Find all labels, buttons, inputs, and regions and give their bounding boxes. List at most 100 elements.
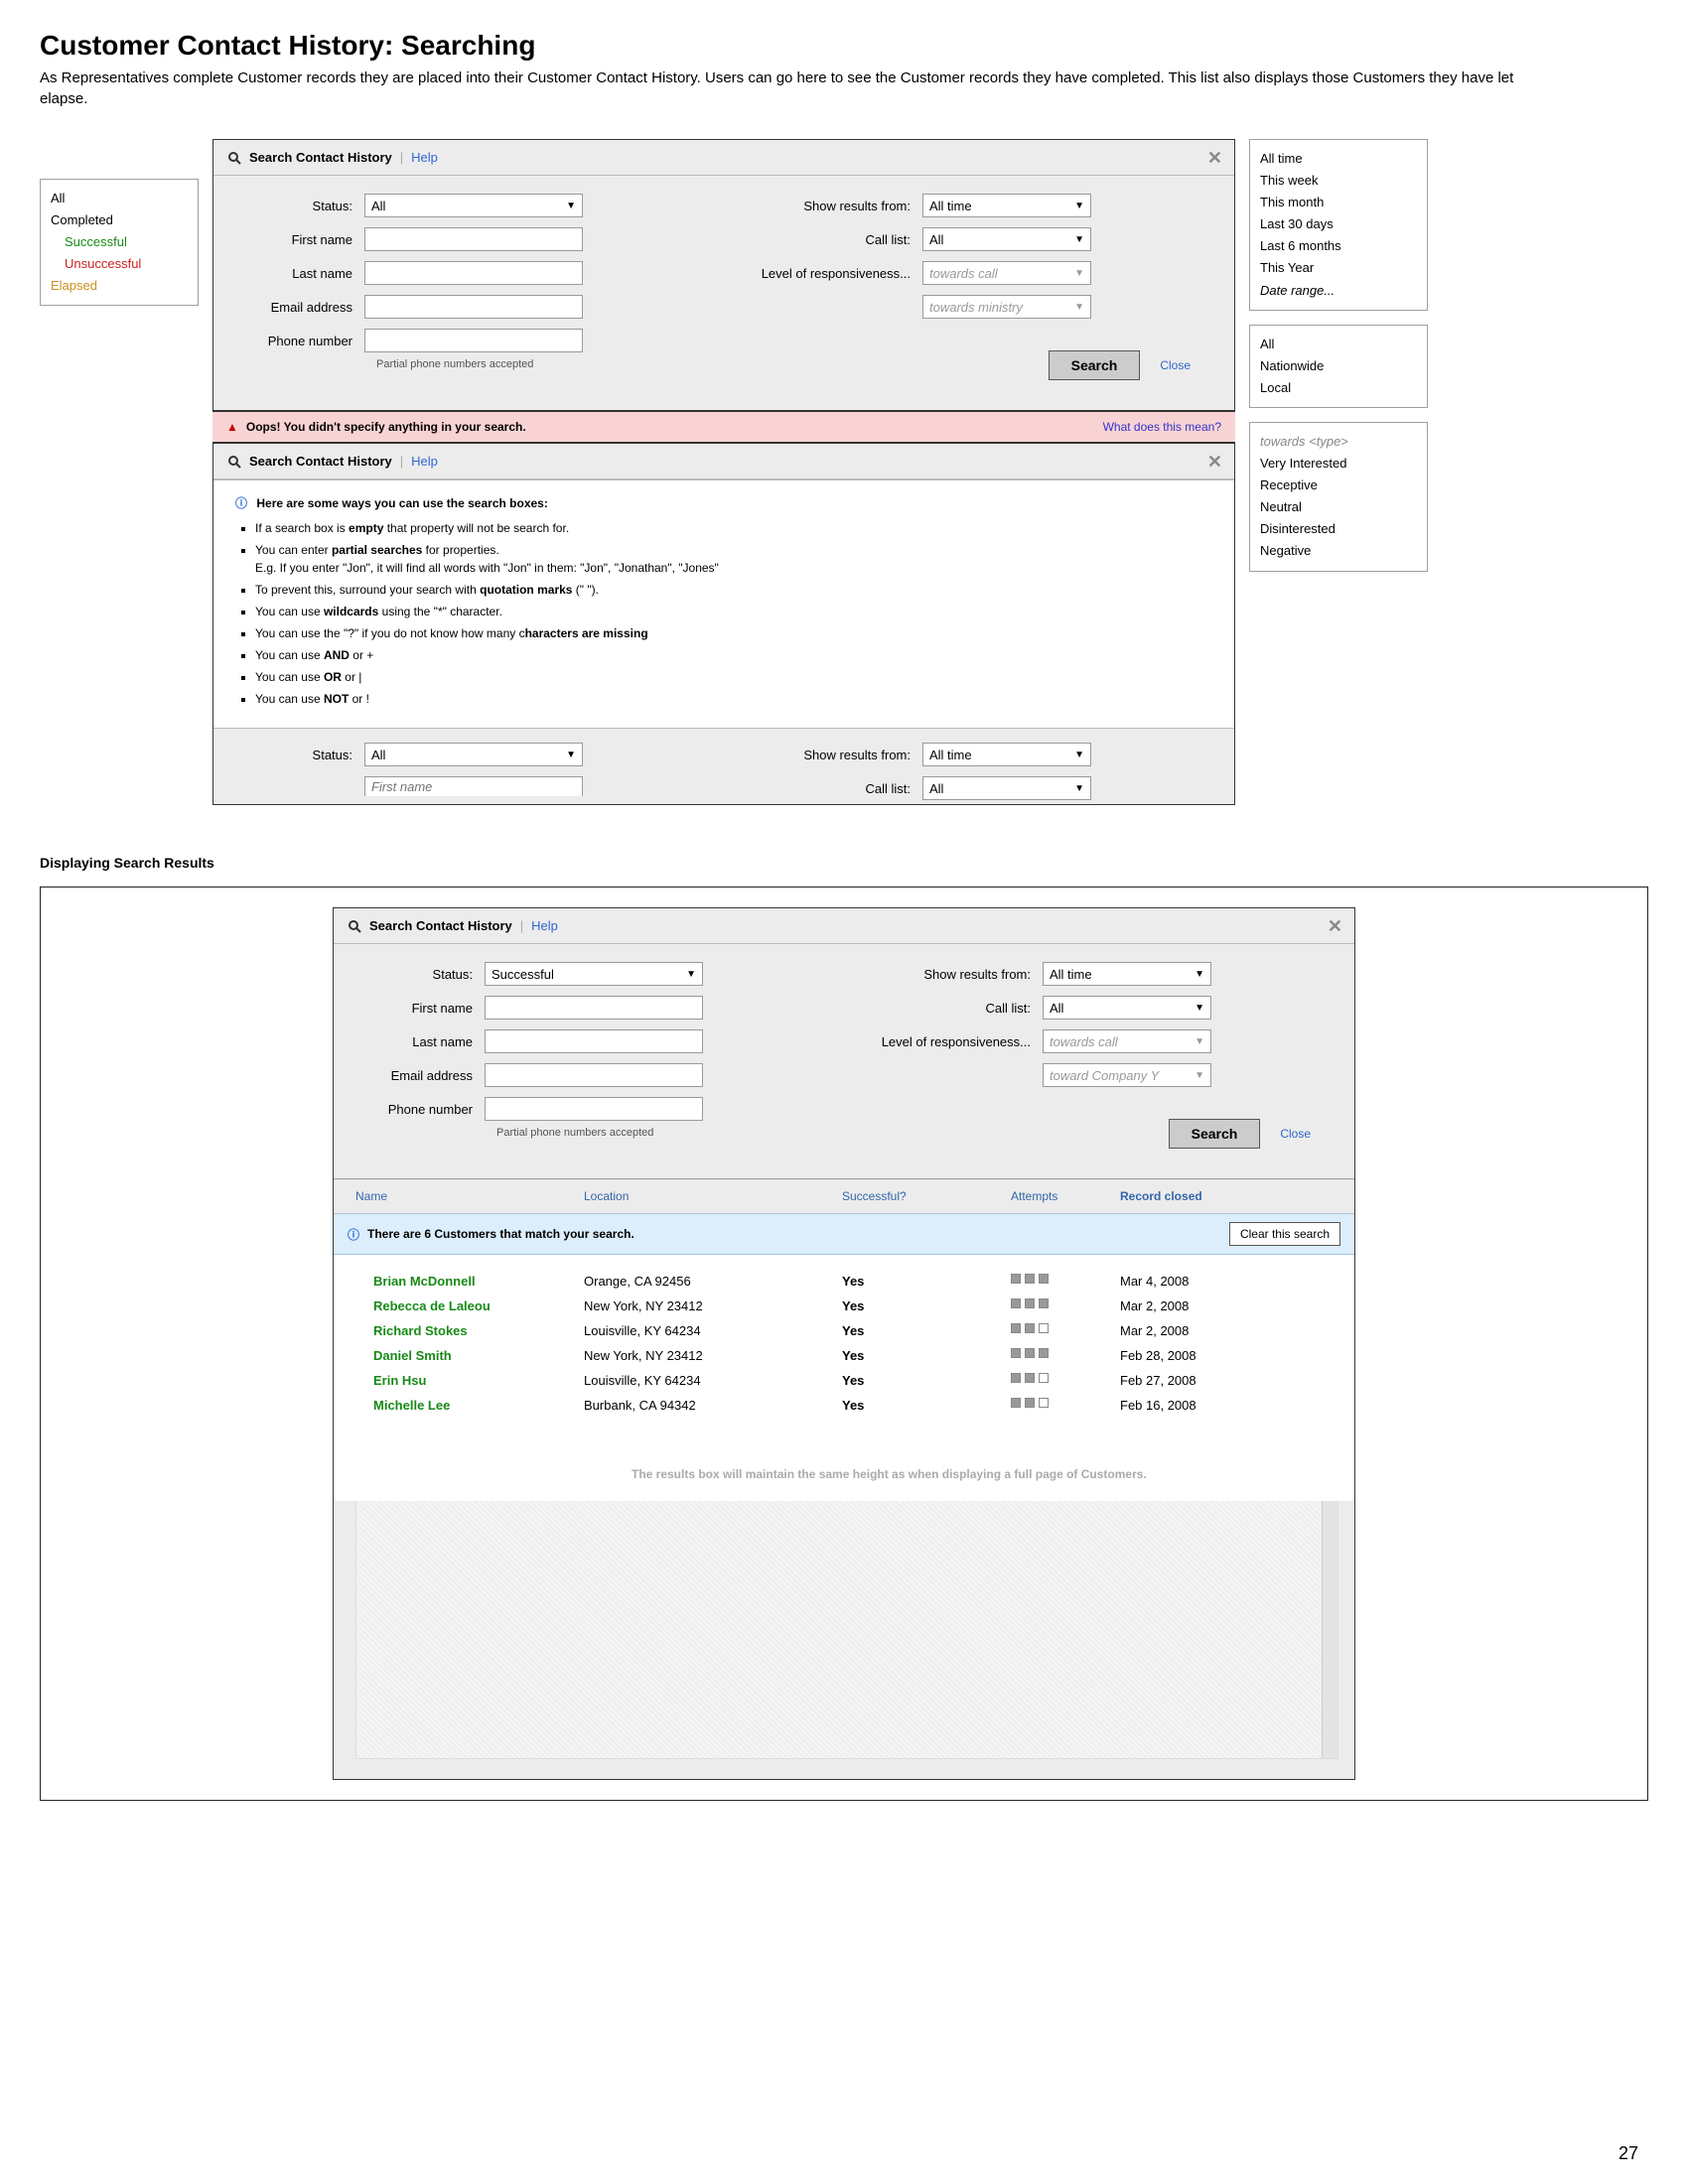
- result-successful: Yes: [842, 1373, 1011, 1388]
- status-select[interactable]: Successful ▼: [485, 962, 703, 986]
- status-option-unsuccessful[interactable]: Unsuccessful: [51, 253, 188, 275]
- clear-search-button[interactable]: Clear this search: [1229, 1222, 1340, 1246]
- search-button[interactable]: Search: [1169, 1119, 1261, 1149]
- lastname-label: Last name: [355, 1034, 485, 1049]
- result-name[interactable]: Rebecca de Laleou: [373, 1298, 584, 1313]
- email-input[interactable]: [364, 295, 583, 319]
- firstname-input[interactable]: [485, 996, 703, 1020]
- firstname-input[interactable]: [364, 227, 583, 251]
- col-name[interactable]: Name: [355, 1189, 584, 1203]
- status-option-elapsed[interactable]: Elapsed: [51, 275, 188, 297]
- status-value: Successful: [492, 967, 554, 982]
- chevron-down-icon: ▼: [686, 969, 696, 980]
- close-icon[interactable]: ✕: [1207, 148, 1222, 169]
- search-panel-results: Search Contact History | Help ✕ Status: …: [333, 907, 1355, 1780]
- responsiveness-label: Level of responsiveness...: [744, 266, 922, 281]
- chevron-down-icon: ▼: [566, 750, 576, 760]
- attempt-square-icon: [1039, 1373, 1049, 1383]
- towards-company-select[interactable]: toward Company Y ▼: [1043, 1063, 1211, 1087]
- table-row[interactable]: Michelle LeeBurbank, CA 94342YesFeb 16, …: [334, 1393, 1354, 1418]
- status-select[interactable]: All ▼: [364, 194, 583, 217]
- help-item: You can use the "?" if you do not know h…: [255, 624, 1212, 642]
- resp-option[interactable]: Negative: [1260, 540, 1417, 562]
- calllist-select[interactable]: All ▼: [922, 227, 1091, 251]
- result-location: Orange, CA 92456: [584, 1274, 842, 1289]
- firstname-input-cut[interactable]: [364, 776, 583, 796]
- showfrom-select[interactable]: All time ▼: [922, 743, 1091, 766]
- table-row[interactable]: Rebecca de LaleouNew York, NY 23412YesMa…: [334, 1294, 1354, 1318]
- scrollbar[interactable]: [1322, 1501, 1337, 1758]
- close-icon[interactable]: ✕: [1328, 916, 1342, 937]
- search-button[interactable]: Search: [1049, 350, 1141, 380]
- col-closed[interactable]: Record closed: [1120, 1189, 1333, 1203]
- resp-option[interactable]: Neutral: [1260, 496, 1417, 518]
- attempt-square-icon: [1025, 1373, 1035, 1383]
- towards-call-select[interactable]: towards call ▼: [1043, 1029, 1211, 1053]
- info-icon: ⓘ: [235, 496, 247, 510]
- panel-title: Search Contact History: [369, 918, 512, 933]
- table-row[interactable]: Erin HsuLouisville, KY 64234YesFeb 27, 2…: [334, 1368, 1354, 1393]
- status-option-successful[interactable]: Successful: [51, 231, 188, 253]
- resp-option[interactable]: Disinterested: [1260, 518, 1417, 540]
- help-link[interactable]: Help: [411, 150, 438, 165]
- error-help-link[interactable]: What does this mean?: [1103, 420, 1221, 434]
- close-link[interactable]: Close: [1160, 358, 1191, 372]
- phone-hint: Partial phone numbers accepted: [235, 358, 704, 370]
- close-icon[interactable]: ✕: [1207, 452, 1222, 473]
- calllist-value: All: [929, 232, 943, 247]
- result-name[interactable]: Brian McDonnell: [373, 1274, 584, 1289]
- phone-input[interactable]: [364, 329, 583, 352]
- help-lead: Here are some ways you can use the searc…: [256, 496, 547, 510]
- table-row[interactable]: Daniel SmithNew York, NY 23412YesFeb 28,…: [334, 1343, 1354, 1368]
- results-body: Brian McDonnellOrange, CA 92456YesMar 4,…: [334, 1255, 1354, 1418]
- lastname-input[interactable]: [485, 1029, 703, 1053]
- time-option[interactable]: Last 30 days: [1260, 213, 1417, 235]
- attempt-square-icon: [1011, 1274, 1021, 1284]
- chevron-down-icon: ▼: [1074, 783, 1084, 794]
- calllist-option[interactable]: Local: [1260, 377, 1417, 399]
- table-row[interactable]: Richard StokesLouisville, KY 64234YesMar…: [334, 1318, 1354, 1343]
- help-item: You can use OR or |: [255, 668, 1212, 686]
- calllist-select[interactable]: All ▼: [922, 776, 1091, 800]
- time-option[interactable]: Last 6 months: [1260, 235, 1417, 257]
- time-option-range[interactable]: Date range...: [1260, 280, 1417, 302]
- panel-title: Search Contact History: [249, 150, 392, 165]
- resp-option[interactable]: Receptive: [1260, 475, 1417, 496]
- email-input[interactable]: [485, 1063, 703, 1087]
- result-name[interactable]: Richard Stokes: [373, 1323, 584, 1338]
- attempt-square-icon: [1011, 1323, 1021, 1333]
- result-name[interactable]: Daniel Smith: [373, 1348, 584, 1363]
- result-location: Louisville, KY 64234: [584, 1373, 842, 1388]
- towards-call-select[interactable]: towards call ▼: [922, 261, 1091, 285]
- calllist-option[interactable]: All: [1260, 334, 1417, 355]
- chevron-down-icon: ▼: [1195, 1070, 1204, 1081]
- status-option-all[interactable]: All: [51, 188, 188, 209]
- time-option[interactable]: This month: [1260, 192, 1417, 213]
- status-option-completed[interactable]: Completed: [51, 209, 188, 231]
- lastname-input[interactable]: [364, 261, 583, 285]
- status-select[interactable]: All ▼: [364, 743, 583, 766]
- time-option[interactable]: All time: [1260, 148, 1417, 170]
- calllist-select[interactable]: All ▼: [1043, 996, 1211, 1020]
- col-location[interactable]: Location: [584, 1189, 842, 1203]
- help-link[interactable]: Help: [531, 918, 558, 933]
- col-attempts[interactable]: Attempts: [1011, 1189, 1120, 1203]
- time-option[interactable]: This week: [1260, 170, 1417, 192]
- close-link[interactable]: Close: [1280, 1127, 1311, 1141]
- status-value: All: [371, 748, 385, 762]
- time-option[interactable]: This Year: [1260, 257, 1417, 279]
- phone-input[interactable]: [485, 1097, 703, 1121]
- showfrom-select[interactable]: All time ▼: [1043, 962, 1211, 986]
- table-row[interactable]: Brian McDonnellOrange, CA 92456YesMar 4,…: [334, 1269, 1354, 1294]
- calllist-option[interactable]: Nationwide: [1260, 355, 1417, 377]
- showfrom-select[interactable]: All time ▼: [922, 194, 1091, 217]
- calllist-value: All: [929, 781, 943, 796]
- towards-call-value: towards call: [929, 266, 998, 281]
- resp-option[interactable]: Very Interested: [1260, 453, 1417, 475]
- result-name[interactable]: Erin Hsu: [373, 1373, 584, 1388]
- towards-ministry-select[interactable]: towards ministry ▼: [922, 295, 1091, 319]
- result-name[interactable]: Michelle Lee: [373, 1398, 584, 1413]
- help-link[interactable]: Help: [411, 454, 438, 469]
- col-successful[interactable]: Successful?: [842, 1189, 1011, 1203]
- showfrom-value: All time: [1050, 967, 1092, 982]
